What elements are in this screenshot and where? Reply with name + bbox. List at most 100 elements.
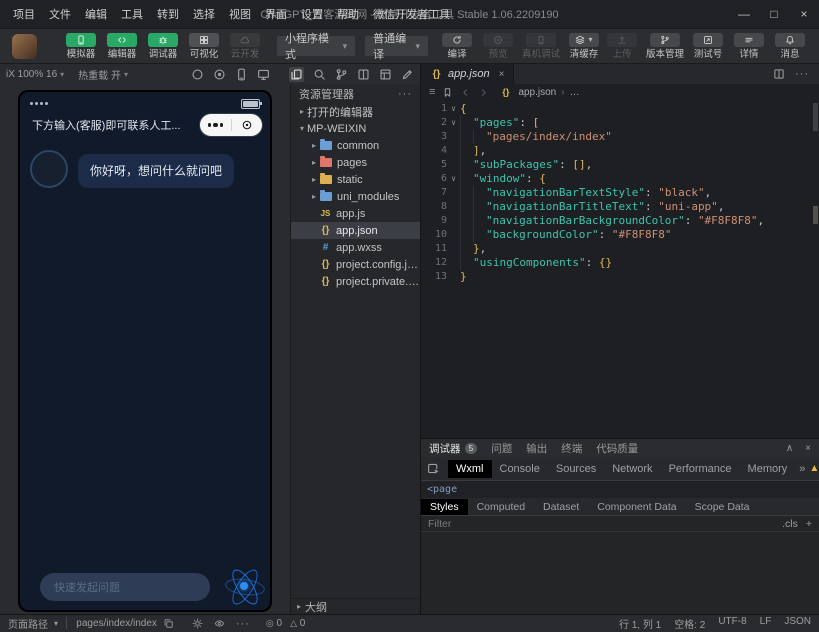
outline-section[interactable]: ▸ 大纲 xyxy=(291,598,420,614)
styles-tab[interactable]: Dataset xyxy=(534,499,588,515)
cls-toggle[interactable]: .cls xyxy=(782,518,798,530)
toolbar-debugger-button[interactable]: 调试器 xyxy=(145,32,181,60)
monitor-view-icon[interactable] xyxy=(257,68,270,81)
bookmark-icon[interactable] xyxy=(442,87,453,98)
styles-tab[interactable]: Component Data xyxy=(588,499,685,515)
add-style-button[interactable]: + xyxy=(806,518,812,530)
explorer-view-icon[interactable] xyxy=(289,66,304,82)
error-count[interactable]: ◎ 0 xyxy=(266,618,282,629)
tree-item[interactable]: JS app.js xyxy=(291,205,420,222)
back-icon[interactable] xyxy=(460,87,471,98)
menu-item[interactable]: 设置 xyxy=(294,6,330,22)
toolbar-visualize-button[interactable]: 可视化 xyxy=(186,32,222,60)
debugger-tab[interactable]: 输出 xyxy=(526,441,547,456)
record-icon[interactable] xyxy=(213,68,226,81)
more-icon[interactable]: ··· xyxy=(236,618,250,630)
toolbar-details-button[interactable]: 详情 xyxy=(730,32,768,60)
toolbar-test-account-button[interactable]: 测试号 xyxy=(689,32,727,60)
tree-item[interactable]: ▸ uni_modules xyxy=(291,188,420,205)
warning-count[interactable]: ▲ 5 xyxy=(809,463,819,474)
toolbar-compile-button[interactable]: 编译 xyxy=(438,32,476,60)
toolbar-editor-button[interactable]: 编辑器 xyxy=(104,32,140,60)
status-item[interactable]: LF xyxy=(760,616,772,631)
maximize-icon[interactable]: □ xyxy=(759,0,789,28)
elements-tree[interactable]: <page xyxy=(421,481,819,498)
tree-item[interactable]: {} app.json xyxy=(291,222,420,239)
devtools-tab[interactable]: Memory xyxy=(740,460,796,478)
user-avatar[interactable] xyxy=(12,33,37,59)
toolbar-simulator-button[interactable]: 模拟器 xyxy=(63,32,99,60)
status-item[interactable]: 空格: 2 xyxy=(674,616,705,631)
debugger-tab[interactable]: 调试器 5 xyxy=(429,441,478,456)
brightness-icon[interactable] xyxy=(192,618,203,629)
toolbar-version-control-button[interactable]: 版本管理 xyxy=(644,32,686,60)
menu-item[interactable]: 转到 xyxy=(150,6,186,22)
menu-item[interactable]: 帮助 xyxy=(330,6,366,22)
toolbar-clear-cache-button[interactable]: ▾ 清缓存 xyxy=(565,32,603,60)
layout-icon[interactable] xyxy=(379,68,392,81)
menu-item[interactable]: 选择 xyxy=(186,6,222,22)
compile-select[interactable]: 普通编译 ▾ xyxy=(365,33,428,61)
debugger-tab[interactable]: 问题 xyxy=(491,441,512,456)
eye-icon[interactable] xyxy=(214,618,225,629)
tab-app-json[interactable]: {} app.json × xyxy=(421,64,515,84)
forward-icon[interactable] xyxy=(478,87,489,98)
collapse-panel-icon[interactable]: ∧ xyxy=(786,443,793,454)
phone-view-icon[interactable] xyxy=(235,68,248,81)
breadcrumb[interactable]: {} app.json › … xyxy=(502,87,579,98)
hot-reload-toggle[interactable]: 热重载 开 ▾ xyxy=(78,67,128,82)
device-select[interactable]: iX 100% 16 ▾ xyxy=(6,69,64,80)
styles-tab[interactable]: Styles xyxy=(421,498,468,515)
tree-item[interactable]: ▸ static xyxy=(291,171,420,188)
filter-input[interactable]: Filter xyxy=(428,518,451,530)
split-view-icon[interactable] xyxy=(357,68,370,81)
tree-item[interactable]: {} project.private.config.js… xyxy=(291,273,420,290)
devtools-tab[interactable]: Console xyxy=(492,460,548,478)
devtools-tab[interactable]: Wxml xyxy=(448,459,492,478)
code-editor[interactable]: 1 ∨{2 ∨ "pages": [3 "pages/index/index" 4], 5 "… xyxy=(421,100,819,438)
status-item[interactable]: UTF-8 xyxy=(718,616,746,631)
close-panel-icon[interactable]: × xyxy=(805,443,811,454)
more-menu-icon[interactable] xyxy=(200,122,231,128)
menu-item[interactable]: 项目 xyxy=(6,6,42,22)
tree-item[interactable]: ▸ common xyxy=(291,137,420,154)
warning-count[interactable]: △ 0 xyxy=(290,618,305,629)
split-editor-icon[interactable] xyxy=(773,68,785,80)
tree-item[interactable]: # app.wxss xyxy=(291,239,420,256)
mode-select[interactable]: 小程序模式 ▾ xyxy=(277,33,356,61)
menu-item[interactable]: 编辑 xyxy=(78,6,114,22)
status-item[interactable]: 行 1, 列 1 xyxy=(619,616,661,631)
hamburger-icon[interactable]: ≡ xyxy=(429,86,435,98)
more-icon[interactable]: ··· xyxy=(795,68,809,80)
menu-item[interactable]: 文件 xyxy=(42,6,78,22)
tree-item[interactable]: ▸ 打开的编辑器 xyxy=(291,103,420,120)
menu-item[interactable]: 视图 xyxy=(222,6,258,22)
status-item[interactable]: JSON xyxy=(784,616,811,631)
close-icon[interactable]: × xyxy=(789,0,819,28)
chat-input[interactable]: 快速发起问题 xyxy=(40,573,210,601)
menu-item[interactable]: 工具 xyxy=(114,6,150,22)
tree-item[interactable]: ▾ MP-WEIXIN xyxy=(291,120,420,137)
debugger-tab[interactable]: 终端 xyxy=(561,441,582,456)
scrollbar-thumb[interactable] xyxy=(813,103,818,131)
devtools-tab[interactable]: Sources xyxy=(548,460,604,478)
refresh-simulator-icon[interactable] xyxy=(191,68,204,81)
page-path-label[interactable]: 页面路径 xyxy=(8,616,48,631)
inspect-element-icon[interactable] xyxy=(427,462,440,475)
close-capsule-icon[interactable] xyxy=(232,119,263,131)
styles-tab[interactable]: Computed xyxy=(468,499,534,515)
menu-item[interactable]: 微信开发者工具 xyxy=(366,6,457,22)
search-icon[interactable] xyxy=(313,68,326,81)
devtools-tab[interactable]: Network xyxy=(604,460,660,478)
minimize-icon[interactable]: — xyxy=(729,0,759,28)
close-tab-icon[interactable]: × xyxy=(499,69,505,80)
tree-item[interactable]: {} project.config.json xyxy=(291,256,420,273)
more-icon[interactable]: ··· xyxy=(398,88,412,100)
tree-item[interactable]: ▸ pages xyxy=(291,154,420,171)
toolbar-messages-button[interactable]: 消息 xyxy=(771,32,809,60)
git-icon[interactable] xyxy=(335,68,348,81)
debugger-tab[interactable]: 代码质量 xyxy=(596,441,638,456)
theme-brush-icon[interactable] xyxy=(401,68,414,81)
more-tabs-icon[interactable]: » xyxy=(795,463,809,475)
copy-path-icon[interactable] xyxy=(163,618,174,629)
